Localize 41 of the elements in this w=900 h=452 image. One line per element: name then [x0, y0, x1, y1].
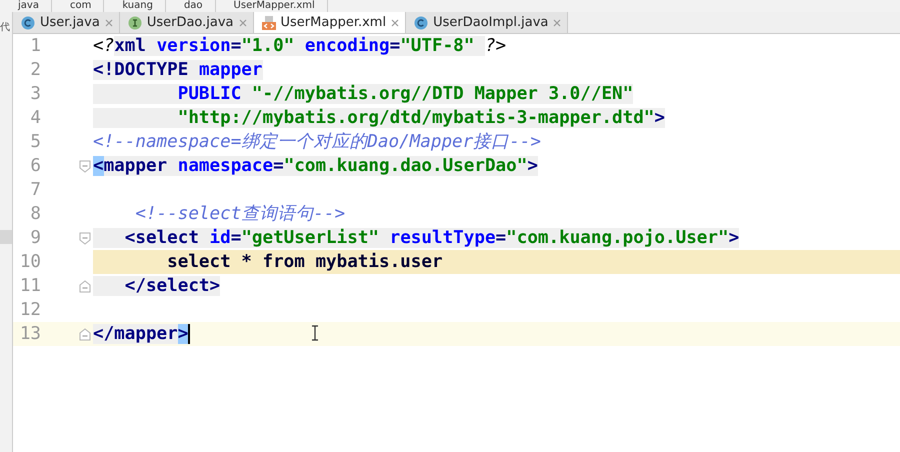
- fold-collapse-icon[interactable]: [78, 160, 90, 172]
- code-line: <select id="getUserList" resultType="com.kuang.pojo.User">: [93, 226, 900, 250]
- close-icon: [553, 18, 562, 26]
- code-line: <!--namespace=绑定一个对应的Dao/Mapper接口-->: [93, 131, 542, 154]
- close-icon: [238, 18, 247, 26]
- line-number: 3: [29, 83, 42, 106]
- code-line: <!DOCTYPE mapper: [93, 59, 264, 82]
- fold-collapse-icon[interactable]: [78, 232, 90, 244]
- editor-tab[interactable]: UserDao.java: [120, 12, 254, 33]
- close-icon: [104, 18, 113, 26]
- code-line: <!--select查询语句-->: [134, 203, 346, 226]
- fold-end-icon[interactable]: [78, 280, 90, 292]
- code-line: </mapper>: [93, 323, 192, 346]
- text-caret: [188, 324, 190, 344]
- line-number: 8: [29, 203, 42, 226]
- code-line: <?xml version="1.0" encoding="UTF-8" ?>: [93, 35, 508, 58]
- code-line: </select>: [93, 274, 900, 298]
- line-number: 13: [18, 323, 42, 346]
- code-line: <mapper namespace="com.kuang.dao.UserDao">: [93, 155, 539, 178]
- line-number: 5: [29, 131, 42, 154]
- line-number: 2: [29, 59, 42, 82]
- code-line: PUBLIC "-//mybatis.org//DTD Mapper 3.0//EN": [93, 82, 900, 106]
- line-number: 4: [29, 107, 42, 130]
- fold-end-icon[interactable]: [78, 328, 90, 340]
- line-number: 7: [29, 179, 42, 202]
- side-panel-label[interactable]: 代: [0, 12, 11, 34]
- editor-tab[interactable]: User.java: [13, 12, 120, 33]
- close-icon: [391, 18, 400, 26]
- class-icon: [21, 16, 35, 30]
- class-icon: [414, 16, 428, 30]
- line-number: 9: [29, 227, 42, 250]
- line-number: 11: [18, 275, 42, 298]
- line-number: 1: [29, 35, 42, 58]
- xml-file-icon: [262, 16, 276, 30]
- text-cursor-icon: [311, 325, 319, 341]
- editor-tab[interactable]: UserMapper.xml: [254, 12, 406, 33]
- interface-icon: [128, 16, 142, 30]
- line-number: 6: [29, 155, 42, 178]
- line-number: 12: [18, 299, 42, 322]
- line-number: 10: [18, 251, 42, 274]
- editor-tab[interactable]: UserDaoImpl.java: [406, 12, 568, 33]
